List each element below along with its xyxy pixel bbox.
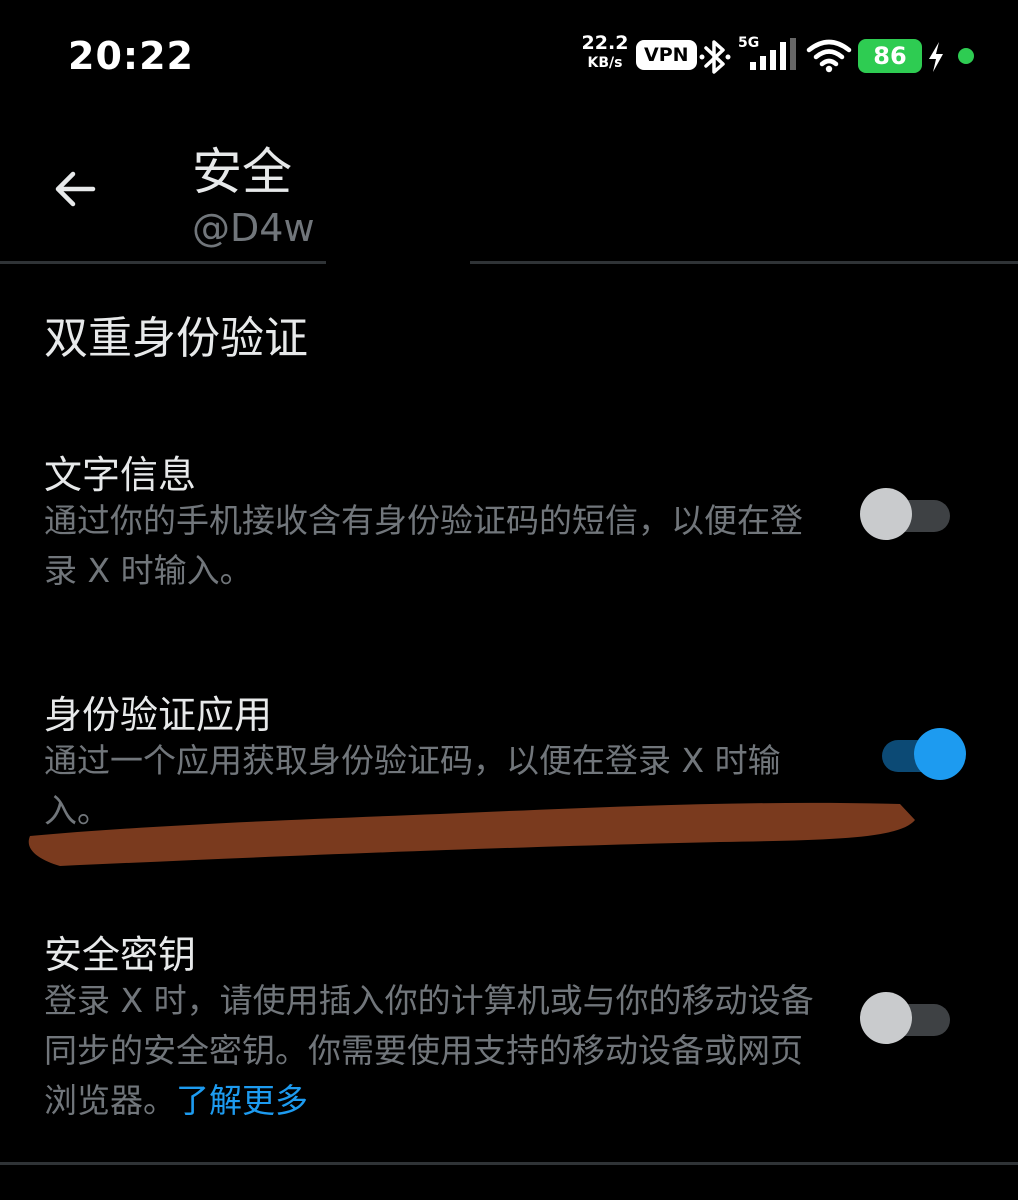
page-title: 安全 bbox=[192, 143, 292, 201]
option-security-key: 安全密钥 登录 X 时，请使用插入你的计算机或与你的移动设备同步的安全密钥。你需… bbox=[44, 924, 974, 1124]
option-description: 登录 X 时，请使用插入你的计算机或与你的移动设备同步的安全密钥。你需要使用支持… bbox=[44, 976, 814, 1126]
redaction-scribble bbox=[28, 802, 915, 866]
option-title: 安全密钥 bbox=[44, 933, 197, 977]
battery-indicator: 86 bbox=[858, 39, 922, 73]
arrow-left-icon bbox=[55, 171, 96, 207]
signal-icon: 5G bbox=[738, 35, 796, 70]
option-title: 身份验证应用 bbox=[44, 693, 273, 737]
option-description: 通过你的手机接收含有身份验证码的短信，以便在登录 X 时输入。 bbox=[44, 501, 803, 590]
bluetooth-icon bbox=[699, 40, 731, 74]
vpn-badge: VPN bbox=[636, 40, 697, 70]
status-clock: 20:22 bbox=[68, 34, 194, 78]
privacy-dot-icon bbox=[958, 48, 974, 64]
network-type-label: 5G bbox=[738, 35, 759, 51]
option-description-text: 登录 X 时，请使用插入你的计算机或与你的移动设备同步的安全密钥。你需要使用支持… bbox=[44, 981, 814, 1120]
header-divider bbox=[0, 261, 326, 264]
security-key-toggle[interactable] bbox=[860, 992, 950, 1044]
option-text-message: 文字信息 通过你的手机接收含有身份验证码的短信，以便在登录 X 时输入。 bbox=[44, 444, 974, 594]
toggle-knob bbox=[860, 992, 912, 1044]
option-title: 文字信息 bbox=[44, 453, 197, 497]
header-divider bbox=[470, 261, 1018, 264]
network-speed-unit: KB/s bbox=[587, 55, 623, 71]
charging-icon bbox=[929, 42, 943, 72]
learn-more-link[interactable]: 了解更多 bbox=[176, 1081, 308, 1120]
authenticator-app-toggle[interactable] bbox=[874, 728, 966, 780]
section-title: 双重身份验证 bbox=[44, 313, 308, 364]
back-button[interactable] bbox=[48, 162, 102, 216]
bottom-divider bbox=[0, 1162, 1018, 1165]
status-bar: 20:22 22.2 KB/s VPN 5G 86 bbox=[0, 0, 1018, 110]
text-message-toggle[interactable] bbox=[860, 488, 950, 540]
toggle-knob bbox=[860, 488, 912, 540]
network-speed-value: 22.2 bbox=[581, 32, 629, 54]
account-handle: @D4w bbox=[192, 206, 315, 250]
network-speed: 22.2 KB/s bbox=[580, 32, 630, 71]
wifi-icon bbox=[806, 39, 852, 73]
toggle-knob bbox=[914, 728, 966, 780]
